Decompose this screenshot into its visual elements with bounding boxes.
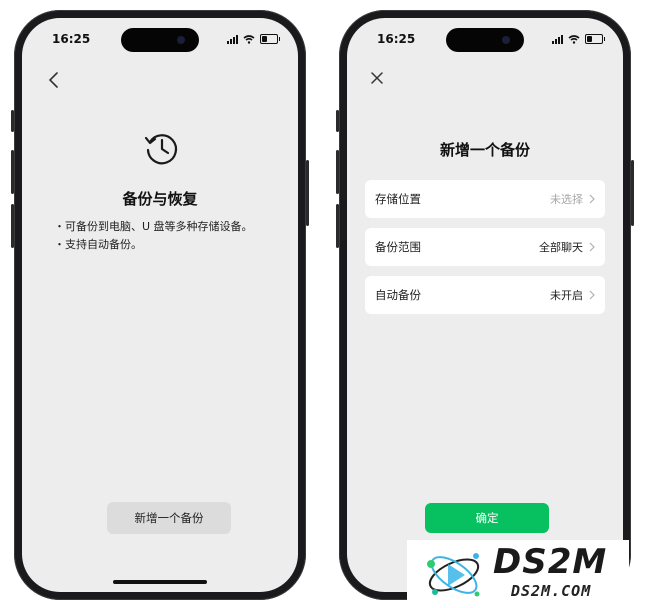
signal-icon [552,34,563,44]
storage-location-row[interactable]: 存储位置 未选择 [365,180,605,218]
phone-left: 16:25 备份与恢复 ・可备份到电脑、U 盘等多种存储设备。 ・支持自动备份。 [11,10,309,600]
confirm-button[interactable]: 确定 [425,503,549,533]
watermark-title: DS2M [493,542,608,582]
backup-scope-row[interactable]: 备份范围 全部聊天 [365,228,605,266]
phone-right: 16:25 新增一个备份 存储位置 未选择 备份范围 全部聊天 自动备份 未开启… [336,10,634,600]
power-button [306,160,309,226]
volume-down-button [336,204,339,248]
action-button [11,110,14,132]
volume-up-button [11,150,14,194]
watermark-url: DS2M.COM [511,582,592,600]
watermark-logo [427,553,480,597]
add-backup-button[interactable]: 新增一个备份 [107,502,231,534]
status-icons [552,34,605,44]
history-icon [144,134,178,165]
battery-icon [585,34,605,44]
feature-item: ・可备份到电脑、U 盘等多种存储设备。 [54,220,253,233]
signal-icon [227,34,238,44]
status-time: 16:25 [52,32,91,46]
close-icon[interactable] [369,70,385,86]
status-time: 16:25 [377,32,416,46]
row-label: 自动备份 [375,288,421,302]
row-value: 未选择 [550,193,583,206]
new-backup-screen: 16:25 新增一个备份 存储位置 未选择 备份范围 全部聊天 自动备份 未开启… [347,18,623,592]
action-button [336,110,339,132]
wifi-icon [243,34,255,44]
wifi-icon [568,34,580,44]
chevron-right-icon [589,242,595,252]
power-button [631,160,634,226]
backup-restore-screen: 16:25 备份与恢复 ・可备份到电脑、U 盘等多种存储设备。 ・支持自动备份。 [22,18,298,592]
dynamic-island [121,28,199,52]
chevron-right-icon [589,290,595,300]
dynamic-island [446,28,524,52]
page-title: 新增一个备份 [439,141,530,159]
feature-list: ・可备份到电脑、U 盘等多种存储设备。 ・支持自动备份。 [54,218,253,254]
row-label: 存储位置 [375,192,421,206]
volume-up-button [336,150,339,194]
page-title: 备份与恢复 [122,190,198,208]
chevron-left-icon[interactable] [44,70,64,90]
chevron-right-icon [589,194,595,204]
auto-backup-row[interactable]: 自动备份 未开启 [365,276,605,314]
watermark: DS2M DS2M.COM [407,540,629,608]
home-indicator [113,580,207,584]
row-value: 未开启 [550,289,583,302]
volume-down-button [11,204,14,248]
row-label: 备份范围 [375,240,421,254]
row-value: 全部聊天 [539,241,583,254]
feature-item: ・支持自动备份。 [54,238,142,251]
status-icons [227,34,280,44]
battery-icon [260,34,280,44]
